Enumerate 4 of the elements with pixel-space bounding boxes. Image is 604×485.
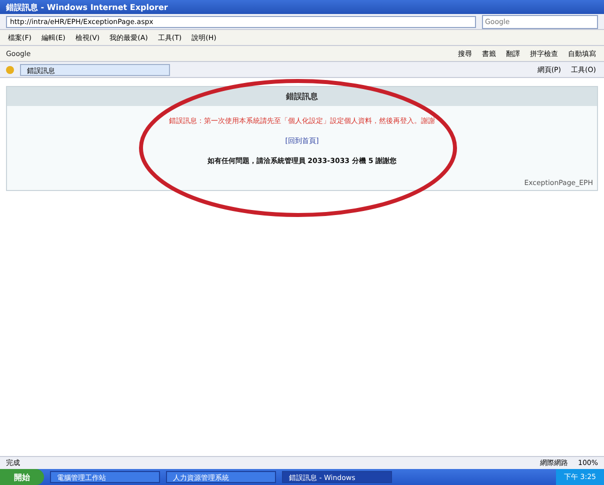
start-button[interactable]: 開始: [0, 469, 44, 485]
favorites-icon[interactable]: [6, 66, 14, 74]
panel-heading: 錯誤訊息: [7, 87, 597, 106]
window-title: 錯誤訊息 - Windows Internet Explorer: [0, 0, 604, 14]
